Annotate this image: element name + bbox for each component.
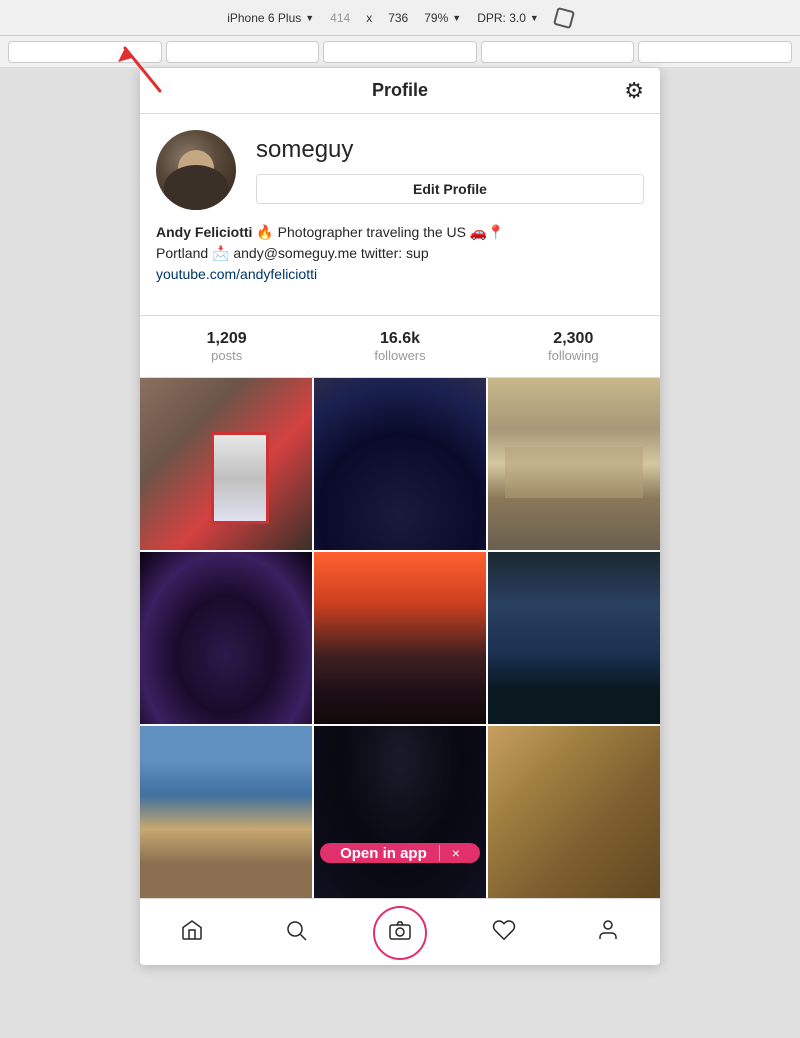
- ig-header: Profile ⚙: [140, 68, 660, 114]
- username: someguy: [256, 136, 644, 164]
- bio-line2: Portland 📩 andy@someguy.me twitter: sup: [156, 245, 429, 261]
- grid-photo-1[interactable]: [140, 378, 312, 550]
- nav-home[interactable]: [170, 911, 214, 955]
- ig-profile-top: someguy Edit Profile: [156, 130, 644, 210]
- device-info: iPhone 6 Plus ▼ 414 x 736 79% ▼ DPR: 3.0…: [227, 9, 573, 27]
- address-segment-5: [638, 41, 792, 63]
- dimension-separator: x: [366, 11, 372, 25]
- avatar-image: [156, 130, 236, 210]
- stat-followers[interactable]: 16.6k followers: [313, 330, 486, 363]
- camera-circle: [373, 906, 427, 960]
- search-icon: [284, 918, 308, 949]
- following-label: following: [487, 348, 660, 363]
- settings-icon[interactable]: ⚙: [624, 78, 644, 104]
- bio-link[interactable]: youtube.com/andyfeliciotti: [156, 266, 317, 282]
- address-segment-2: [166, 41, 320, 63]
- dpr-info: DPR: 3.0 ▼: [477, 11, 539, 25]
- grid-photo-4[interactable]: [140, 552, 312, 724]
- device-dropdown-arrow: ▼: [305, 13, 314, 23]
- heart-icon: [492, 918, 516, 949]
- grid-photo-5[interactable]: [314, 552, 486, 724]
- stat-following[interactable]: 2,300 following: [487, 330, 660, 363]
- address-segment-1: [8, 41, 162, 63]
- grid-photo-3[interactable]: [488, 378, 660, 550]
- bio-name: Andy Feliciotti: [156, 224, 252, 240]
- grid-photo-2[interactable]: [314, 378, 486, 550]
- bio-text: 🔥 Photographer traveling the US 🚗📍: [256, 224, 504, 240]
- followers-label: followers: [313, 348, 486, 363]
- dimension-y: 736: [388, 11, 408, 25]
- edit-profile-button[interactable]: Edit Profile: [256, 174, 644, 204]
- grid-photo-7[interactable]: [140, 726, 312, 898]
- open-in-app-label: Open in app: [340, 845, 427, 862]
- grid-photo-8[interactable]: [314, 726, 486, 898]
- nav-activity[interactable]: [482, 911, 526, 955]
- rotate-icon[interactable]: [553, 6, 575, 28]
- ig-bottom-nav: [140, 898, 660, 965]
- grid-photo-9[interactable]: [488, 726, 660, 898]
- browser-toolbar: iPhone 6 Plus ▼ 414 x 736 79% ▼ DPR: 3.0…: [0, 0, 800, 36]
- device-name: iPhone 6 Plus: [227, 11, 301, 25]
- address-segment-4: [481, 41, 635, 63]
- following-count: 2,300: [487, 330, 660, 348]
- posts-label: posts: [140, 348, 313, 363]
- ig-profile-section: someguy Edit Profile Andy Feliciotti 🔥 P…: [140, 114, 660, 307]
- zoom-control[interactable]: 79% ▼: [424, 11, 461, 25]
- ig-stats-bar: 1,209 posts 16.6k followers 2,300 follow…: [140, 315, 660, 378]
- avatar: [156, 130, 236, 210]
- dpr-label: DPR: 3.0: [477, 11, 526, 25]
- ig-photo-grid: [140, 378, 660, 898]
- dpr-dropdown-arrow: ▼: [530, 13, 539, 23]
- posts-count: 1,209: [140, 330, 313, 348]
- open-in-app-banner[interactable]: Open in app ×: [320, 843, 480, 863]
- zoom-dropdown-arrow: ▼: [452, 13, 461, 23]
- ig-profile-right: someguy Edit Profile: [256, 136, 644, 204]
- nav-camera[interactable]: [378, 911, 422, 955]
- followers-count: 16.6k: [313, 330, 486, 348]
- profile-icon: [596, 918, 620, 949]
- open-in-app-close[interactable]: ×: [452, 845, 460, 861]
- zoom-value: 79%: [424, 11, 448, 25]
- device-selector[interactable]: iPhone 6 Plus ▼: [227, 11, 314, 25]
- home-icon: [180, 918, 204, 949]
- address-segment-3: [323, 41, 477, 63]
- ig-header-title: Profile: [372, 80, 428, 101]
- address-bar-row: [0, 36, 800, 68]
- phone-frame: Profile ⚙ someguy Edit Profile Andy Feli…: [140, 68, 660, 965]
- nav-profile[interactable]: [586, 911, 630, 955]
- separator-1: 414: [330, 11, 350, 25]
- banner-divider: [439, 845, 440, 861]
- ig-bio: Andy Feliciotti 🔥 Photographer traveling…: [156, 222, 644, 285]
- grid-photo-6[interactable]: [488, 552, 660, 724]
- stat-posts: 1,209 posts: [140, 330, 313, 363]
- nav-search[interactable]: [274, 911, 318, 955]
